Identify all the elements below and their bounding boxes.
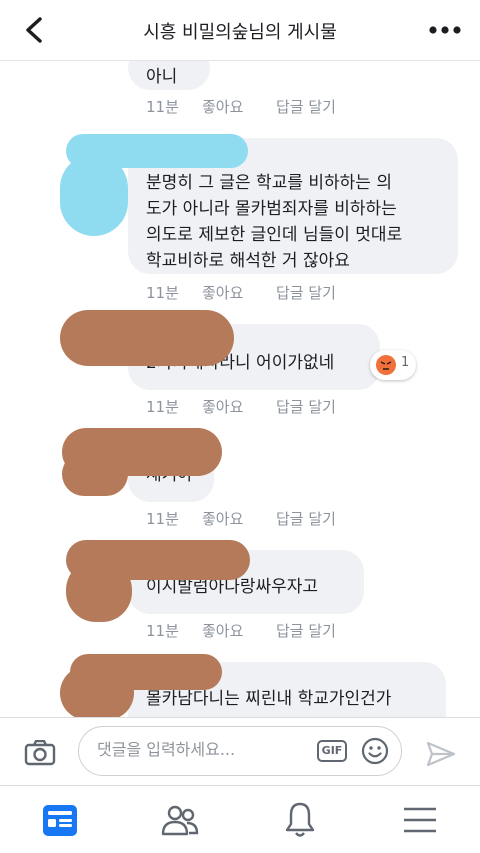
- comment-time: 11분: [146, 398, 179, 416]
- page-title: 시흥 비밀의숲님의 게시물: [143, 22, 337, 43]
- comment-list: 아니 11분 좋아요 답글 달기 분명히 그 글은 학교를 비하하는 의 도가 …: [0, 60, 480, 717]
- angry-reaction-icon: [376, 355, 396, 375]
- top-bar: 시흥 비밀의숲님의 게시물: [0, 0, 480, 61]
- emoji-icon[interactable]: [361, 737, 389, 765]
- gif-button[interactable]: GIF: [317, 740, 347, 762]
- like-link[interactable]: 좋아요: [202, 96, 243, 117]
- comment-text-line: 학교비하로 해석한 거 잖아요: [146, 251, 350, 271]
- reply-link[interactable]: 답글 달기: [276, 282, 336, 303]
- bottom-tab-bar: [0, 785, 480, 853]
- comment-text-line: 의도로 제보한 글인데 님들이 멋대로: [146, 225, 403, 245]
- news-feed-icon[interactable]: [40, 800, 80, 840]
- redaction-scribble: [62, 452, 128, 496]
- reply-link[interactable]: 답글 달기: [276, 396, 336, 417]
- comment-input[interactable]: [95, 739, 309, 760]
- comment-bubble: 아니: [128, 60, 210, 90]
- like-link[interactable]: 좋아요: [202, 620, 243, 641]
- reply-link[interactable]: 답글 달기: [276, 508, 336, 529]
- comment-composer: GIF: [0, 717, 480, 786]
- comment-text: 아니: [146, 67, 178, 87]
- like-link[interactable]: 좋아요: [202, 396, 243, 417]
- reaction-count: 1: [401, 355, 410, 370]
- comment-input-box[interactable]: GIF: [78, 726, 402, 776]
- notifications-icon[interactable]: [280, 800, 320, 840]
- reaction-badge[interactable]: 1: [370, 350, 416, 380]
- comment-time: 11분: [146, 284, 179, 302]
- redaction-scribble: [60, 666, 134, 717]
- comment-time: 11분: [146, 98, 179, 116]
- comment-text-line: 도가 아니라 몰카범죄자를 비하하는: [146, 199, 397, 219]
- redaction-scribble: [60, 154, 128, 236]
- reply-link[interactable]: 답글 달기: [276, 96, 336, 117]
- redaction-scribble: [66, 560, 132, 622]
- comment-time: 11분: [146, 510, 179, 528]
- menu-icon[interactable]: [400, 800, 440, 840]
- camera-icon[interactable]: [24, 740, 56, 766]
- like-link[interactable]: 좋아요: [202, 282, 243, 303]
- comment-time: 11분: [146, 622, 179, 640]
- comment-text-line: 분명히 그 글은 학교를 비하하는 의: [146, 173, 392, 193]
- friends-icon[interactable]: [160, 800, 200, 840]
- more-horizontal-icon[interactable]: [428, 20, 462, 40]
- like-link[interactable]: 좋아요: [202, 508, 243, 529]
- send-icon[interactable]: [426, 740, 456, 768]
- redaction-scribble: [60, 310, 234, 366]
- reply-link[interactable]: 답글 달기: [276, 620, 336, 641]
